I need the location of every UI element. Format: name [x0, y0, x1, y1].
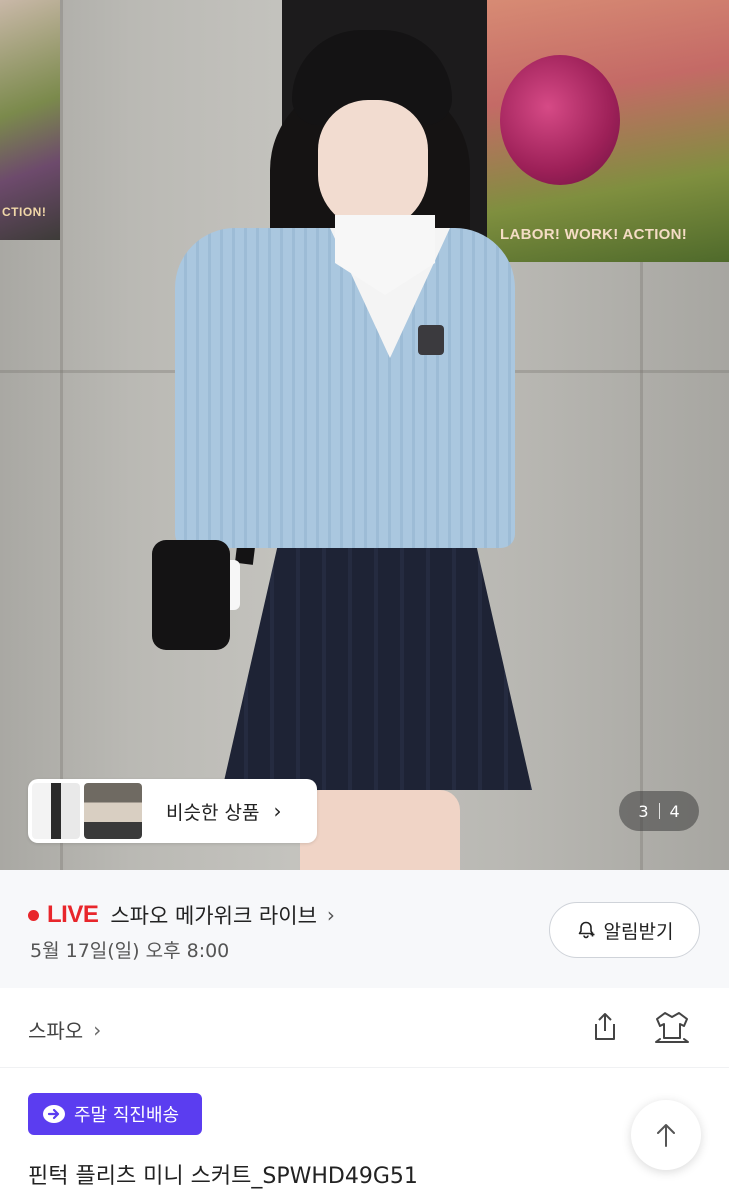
- similar-thumb: [84, 783, 142, 839]
- similar-items-button[interactable]: 비슷한 상품 ›: [28, 779, 317, 843]
- share-icon[interactable]: [588, 1010, 622, 1044]
- live-datetime: 5월 17일(일) 오후 8:00: [30, 940, 230, 962]
- brand-name: 스파오: [28, 1019, 84, 1043]
- brand-link[interactable]: 스파오 ›: [28, 1015, 101, 1044]
- shoulder-bag: [152, 540, 230, 650]
- bear-emblem: [418, 325, 444, 355]
- weekend-delivery-badge: 주말 직진배송: [28, 1093, 202, 1135]
- arrow-up-icon: [657, 1124, 675, 1147]
- hanger-fitting-icon[interactable]: [652, 1008, 692, 1046]
- image-page-counter: 3 4: [619, 791, 699, 831]
- poster-left: [0, 0, 60, 240]
- page-separator: [658, 803, 660, 819]
- live-dot-icon: [28, 909, 39, 921]
- notify-me-label: 알림받기: [603, 920, 674, 943]
- poster-beet-graphic: [500, 55, 620, 185]
- similar-items-label: 비슷한 상품: [166, 801, 260, 824]
- wall-seam: [640, 262, 643, 870]
- fast-delivery-icon: [43, 1105, 65, 1123]
- chevron-right-icon: ›: [93, 1017, 102, 1042]
- bell-plus-icon: [578, 921, 595, 939]
- wall-seam: [60, 0, 63, 870]
- notify-me-button[interactable]: 알림받기: [549, 902, 700, 958]
- brand-row: 스파오 ›: [0, 988, 729, 1068]
- model-legs: [300, 790, 460, 870]
- pleated-skirt: [222, 545, 532, 790]
- poster-left-text: CTION!: [2, 205, 47, 219]
- chevron-right-icon: ›: [273, 799, 282, 823]
- chevron-right-icon: ›: [326, 903, 335, 927]
- live-title: 스파오 메가위크 라이브: [110, 904, 317, 928]
- page-current: 3: [638, 801, 649, 821]
- live-tag: LIVE: [47, 901, 99, 928]
- weekend-delivery-label: 주말 직진배송: [74, 1105, 180, 1126]
- poster-right-text: LABOR! WORK! ACTION!: [500, 226, 688, 243]
- cable-knit-cardigan: [175, 228, 515, 548]
- product-name: 핀턱 플리츠 미니 스커트_SPWHD49G51: [28, 1164, 418, 1189]
- model-face: [318, 100, 428, 230]
- similar-thumb: [32, 783, 80, 839]
- live-banner[interactable]: LIVE 스파오 메가위크 라이브 › 5월 17일(일) 오후 8:00 알림…: [0, 870, 729, 988]
- scroll-to-top-button[interactable]: [631, 1100, 701, 1170]
- page-total: 4: [669, 801, 680, 821]
- product-image-carousel[interactable]: CTION! LABOR! WORK! ACTION!: [0, 0, 729, 870]
- live-title-row[interactable]: LIVE 스파오 메가위크 라이브 ›: [28, 900, 335, 930]
